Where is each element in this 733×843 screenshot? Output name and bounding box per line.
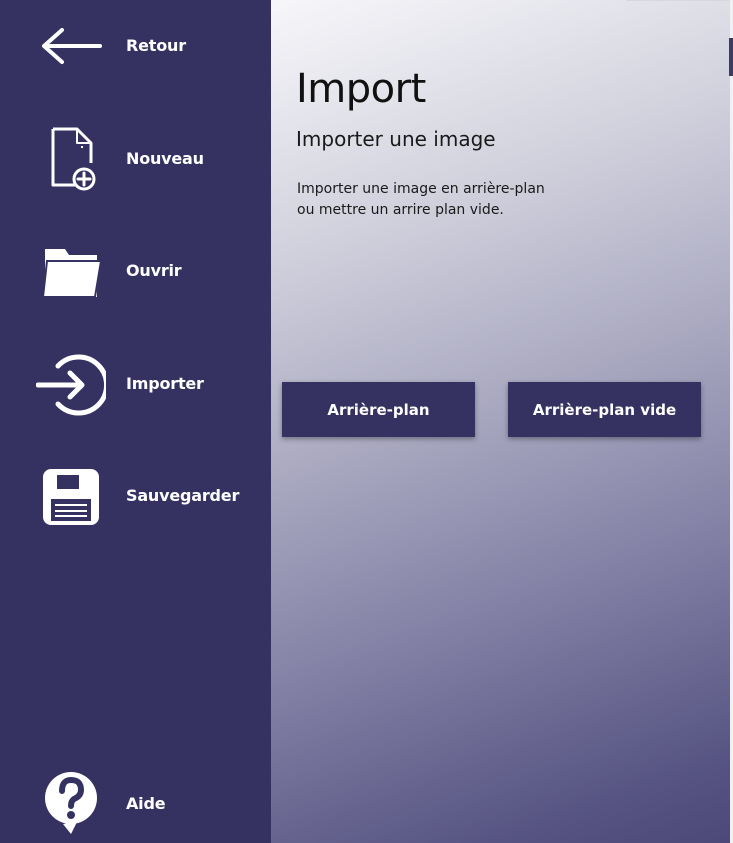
description-line: ou mettre un arrire plan vide. [297,202,504,218]
sidebar-item-import[interactable]: Importer [0,344,271,424]
divider [626,0,730,1]
help-icon [36,766,106,836]
import-icon [36,350,106,420]
sidebar-item-new[interactable]: Nouveau [0,118,271,198]
sidebar-item-open[interactable]: Ouvrir [0,232,271,312]
sidebar-item-label: Nouveau [126,149,204,168]
sidebar: Retour Nouveau Ouvrir Importer Sauvegard… [0,0,271,843]
description-line: Importer une image en arrière-plan [297,181,545,197]
arrow-left-icon [36,11,106,81]
folder-icon [36,236,106,306]
sidebar-item-label: Sauvegarder [126,486,240,505]
sidebar-item-back[interactable]: Retour [0,6,271,86]
page-subtitle: Importer une image [296,127,496,151]
background-button[interactable]: Arrière-plan [282,382,475,437]
new-file-icon [36,123,106,193]
scroll-indicator [729,38,733,76]
sidebar-item-label: Ouvrir [126,261,182,280]
floppy-disk-icon [36,462,106,532]
page-description: Importer une image en arrière-plan ou me… [297,179,597,221]
sidebar-item-label: Importer [126,374,204,393]
page-title: Import [296,66,426,112]
sidebar-item-label: Retour [126,36,186,55]
app-window: Retour Nouveau Ouvrir Importer Sauvegard… [0,0,733,843]
empty-background-button[interactable]: Arrière-plan vide [508,382,701,437]
sidebar-item-help[interactable]: Aide [0,762,271,842]
sidebar-item-label: Aide [126,794,166,813]
sidebar-item-save[interactable]: Sauvegarder [0,456,271,536]
